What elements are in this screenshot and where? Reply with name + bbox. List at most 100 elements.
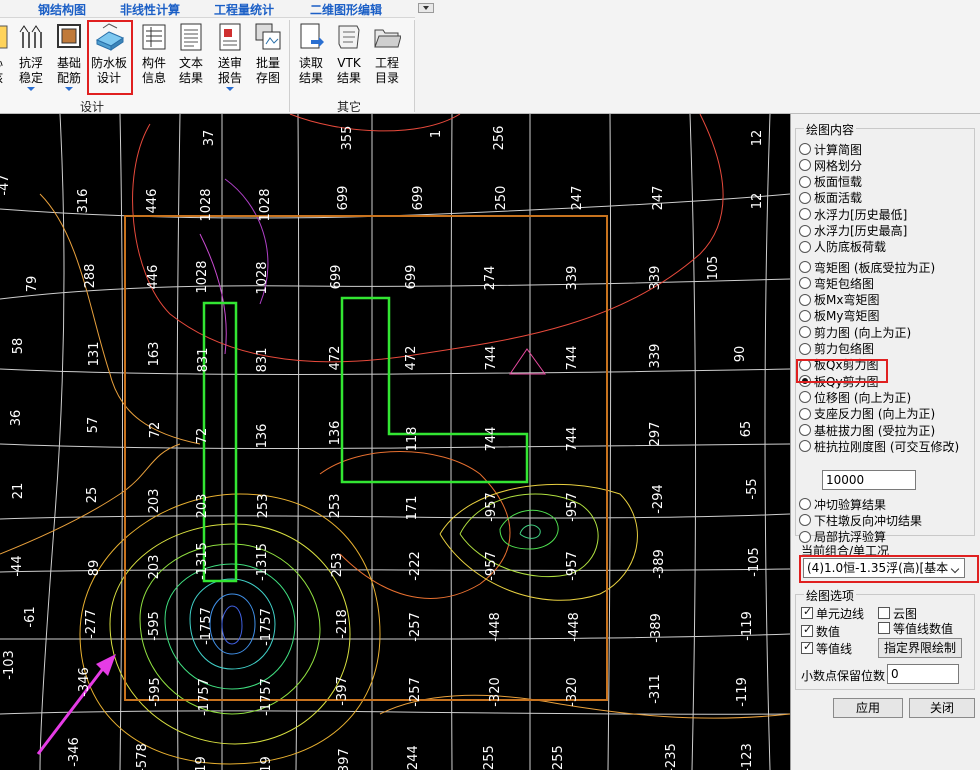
radio-button[interactable] <box>799 498 811 510</box>
radio-button[interactable] <box>799 293 811 306</box>
checkbox[interactable] <box>878 607 890 619</box>
specify-boundary-button[interactable]: 指定界限绘制 <box>878 638 962 658</box>
btn-label: 工程 <box>374 56 399 70</box>
tab-steel-structure[interactable]: 钢结构图 <box>38 1 86 18</box>
value-label: -397 <box>335 676 350 706</box>
radio-button[interactable] <box>799 143 811 155</box>
radio-option[interactable]: 剪力包络图 <box>799 341 874 357</box>
vtk-result-button[interactable]: VTK 结果 <box>330 20 368 96</box>
radio-option[interactable]: 弯矩包络图 <box>799 275 874 291</box>
radio-button[interactable] <box>799 514 811 527</box>
radio-button[interactable] <box>799 342 811 355</box>
value-label: 58 <box>11 338 26 355</box>
radio-label: 人防底板荷载 <box>814 240 887 255</box>
btn-label: 读取 <box>298 56 323 70</box>
apply-button[interactable]: 应用 <box>833 698 903 718</box>
member-info-button[interactable]: 构件 信息 <box>135 20 173 96</box>
radio-option[interactable]: 板My弯矩图 <box>799 308 879 324</box>
value-label: -257 <box>408 612 423 642</box>
radio-button[interactable] <box>799 391 811 404</box>
radio-button[interactable] <box>799 191 811 204</box>
btn-label: 结果 <box>178 71 203 85</box>
contour-lines <box>0 114 790 765</box>
radio-button[interactable] <box>799 440 811 453</box>
btn-label: 基础 <box>56 56 81 70</box>
tab-2d-edit[interactable]: 二维图形编辑 <box>310 1 382 18</box>
radio-option[interactable]: 下柱墩反向冲切结果 <box>799 512 922 528</box>
radio-button[interactable] <box>799 407 811 420</box>
anti-float-button[interactable]: 抗浮 稳定 <box>12 20 50 96</box>
checkbox[interactable] <box>801 605 813 619</box>
decimal-input[interactable]: 0 <box>887 664 959 684</box>
check-values[interactable]: 数值 <box>801 623 840 639</box>
folder-icon <box>373 22 402 52</box>
check-element-edges[interactable]: 单元边线 <box>801 605 864 621</box>
radio-button[interactable] <box>799 277 811 290</box>
checkbox[interactable] <box>801 623 813 637</box>
ribbon-collapse-button[interactable] <box>418 3 434 13</box>
read-result-button[interactable]: 读取 结果 <box>292 20 330 96</box>
radio-option[interactable]: 人防底板荷载 <box>799 239 886 255</box>
radio-button[interactable] <box>799 261 811 273</box>
value-label: 131 <box>87 342 102 367</box>
radio-button[interactable] <box>799 208 811 221</box>
radio-button[interactable] <box>799 309 811 322</box>
radio-label: 下柱墩反向冲切结果 <box>814 513 923 528</box>
value-label: -119 <box>740 611 755 641</box>
radio-label: 水浮力[历史最低] <box>814 207 908 222</box>
radio-button[interactable] <box>799 224 811 237</box>
value-label: 118 <box>405 427 420 452</box>
value-label: -957 <box>484 492 499 522</box>
radio-option[interactable]: 板面恒载 <box>799 174 862 190</box>
foundation-rebar-icon <box>55 22 83 52</box>
mesh-line <box>689 114 697 770</box>
batch-save-button[interactable]: 批量 存图 <box>249 20 287 96</box>
value-label: 57 <box>86 417 101 434</box>
radio-label: 冲切验算结果 <box>814 497 887 512</box>
checkbox[interactable] <box>878 622 890 634</box>
tab-nonlinear[interactable]: 非线性计算 <box>120 1 180 18</box>
project-directory-button[interactable]: 工程 目录 <box>368 20 406 96</box>
radio-button[interactable] <box>799 424 811 436</box>
radio-option[interactable]: 剪力图 (向上为正) <box>799 324 911 340</box>
radio-button[interactable] <box>799 159 811 172</box>
value-label: 203 <box>195 494 210 519</box>
radio-button[interactable] <box>799 240 811 253</box>
radio-button[interactable] <box>799 175 811 188</box>
text-result-button[interactable]: 文本 结果 <box>172 20 210 96</box>
radio-option[interactable]: 板Mx弯矩图 <box>799 292 879 308</box>
value-label: -44 <box>10 555 25 576</box>
radio-option[interactable]: 冲切验算结果 <box>799 496 886 512</box>
radio-option[interactable]: 桩抗拉刚度图 (可交互修改) <box>799 438 959 454</box>
radio-option[interactable]: 水浮力[历史最高] <box>799 223 907 239</box>
radio-option[interactable]: 网格划分 <box>799 157 862 173</box>
review-report-button[interactable]: 送审 报告 <box>211 20 249 96</box>
stiffness-input[interactable]: 10000 <box>822 470 916 490</box>
radio-option[interactable]: 基桩拔力图 (受拉为正) <box>799 422 935 438</box>
radio-label: 板Mx弯矩图 <box>814 293 880 308</box>
radio-label: 板面活载 <box>814 191 863 206</box>
radio-label: 桩抗拉刚度图 (可交互修改) <box>814 439 960 454</box>
close-button[interactable]: 关闭 <box>909 698 975 718</box>
value-label: -578 <box>135 743 150 770</box>
radio-option[interactable]: 板面活载 <box>799 190 862 206</box>
radio-button[interactable] <box>799 530 811 543</box>
radio-option[interactable]: 计算简图 <box>799 141 862 157</box>
radio-option[interactable]: 位移图 (向上为正) <box>799 389 911 405</box>
value-label: -61 <box>23 606 38 627</box>
drawing-canvas[interactable]: 37 355 256 12 1 -47 316 446 1028 1028 699 699 250 247… <box>0 114 790 770</box>
radio-option[interactable]: 支座反力图 (向上为正) <box>799 406 935 422</box>
radio-option[interactable]: 水浮力[历史最低] <box>799 206 907 222</box>
check-contours[interactable]: 等值线 <box>801 640 852 656</box>
foundation-rebar-button[interactable]: 基础 配筋 <box>50 20 88 96</box>
radio-option[interactable]: 弯矩图 (板底受拉为正) <box>799 259 935 275</box>
check-contour-values[interactable]: 等值线数值 <box>878 620 953 636</box>
tab-quantity[interactable]: 工程量统计 <box>214 1 274 18</box>
value-label: 297 <box>648 422 663 447</box>
value-label: -320 <box>565 677 580 707</box>
value-label: 203 <box>147 555 162 580</box>
checkbox[interactable] <box>801 640 813 654</box>
radio-button[interactable] <box>799 326 811 339</box>
value-label: -1757 <box>259 678 274 716</box>
value-label: 1028 <box>258 188 273 221</box>
